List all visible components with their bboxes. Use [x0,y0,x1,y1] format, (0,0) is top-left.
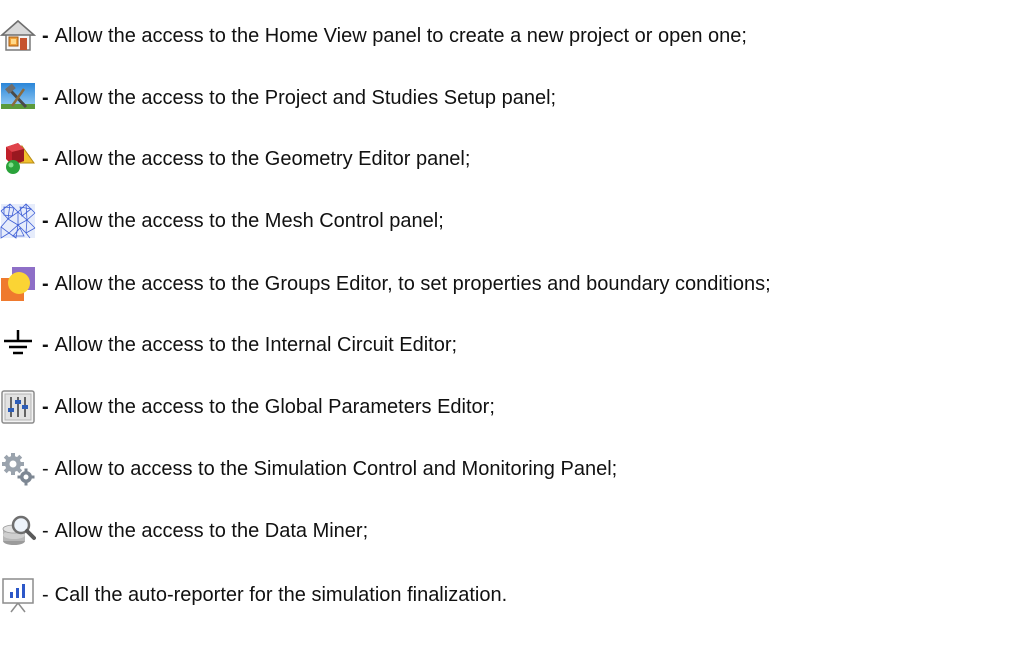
global-parameters-icon[interactable] [0,389,36,425]
item-text: Allow the access to the Groups Editor, t… [54,272,771,295]
item-dash: - [42,86,49,109]
ground-circuit-icon[interactable] [0,327,36,363]
auto-reporter-icon[interactable] [0,577,36,613]
item-dash: - [42,209,49,232]
item-dash: - [42,272,49,295]
item-dash: - [42,333,49,356]
list-item-mesh-control: - Allow the access to the Mesh Control p… [0,203,444,239]
item-text: Call the auto-reporter for the simulatio… [54,583,508,606]
home-view-icon[interactable] [0,18,36,54]
project-setup-icon[interactable] [0,80,36,116]
list-item-data-miner: - Allow the access to the Data Miner; [0,513,368,549]
data-miner-icon[interactable] [0,513,36,549]
item-text: Allow the access to the Mesh Control pan… [54,209,444,232]
item-text: Allow the access to the Internal Circuit… [54,333,458,356]
item-dash: - [42,24,49,47]
mesh-control-icon[interactable] [0,203,36,239]
item-dash: - [42,395,49,418]
item-text: Allow the access to the Home View panel … [54,24,747,47]
item-dash: - [42,583,49,606]
item-dash: - [42,519,49,542]
item-dash: - [42,147,49,170]
list-item-simulation-control: - Allow to access to the Simulation Cont… [0,451,617,487]
list-item-internal-circuit: - Allow the access to the Internal Circu… [0,327,457,363]
item-text: Allow the access to the Geometry Editor … [54,147,471,170]
item-text: Allow the access to the Global Parameter… [54,395,495,418]
list-item-global-parameters: - Allow the access to the Global Paramet… [0,389,495,425]
geometry-editor-icon[interactable] [0,141,36,177]
list-item-groups-editor: - Allow the access to the Groups Editor,… [0,266,771,302]
list-item-geometry-editor: - Allow the access to the Geometry Edito… [0,141,470,177]
list-item-auto-reporter: - Call the auto-reporter for the simulat… [0,577,507,613]
item-text: Allow to access to the Simulation Contro… [54,457,618,480]
list-item-home-view: - Allow the access to the Home View pane… [0,18,747,54]
groups-editor-icon[interactable] [0,266,36,302]
list-item-project-setup: - Allow the access to the Project and St… [0,80,556,116]
item-text: Allow the access to the Data Miner; [54,519,369,542]
item-dash: - [42,457,49,480]
item-text: Allow the access to the Project and Stud… [54,86,557,109]
simulation-gear-icon[interactable] [0,451,36,487]
